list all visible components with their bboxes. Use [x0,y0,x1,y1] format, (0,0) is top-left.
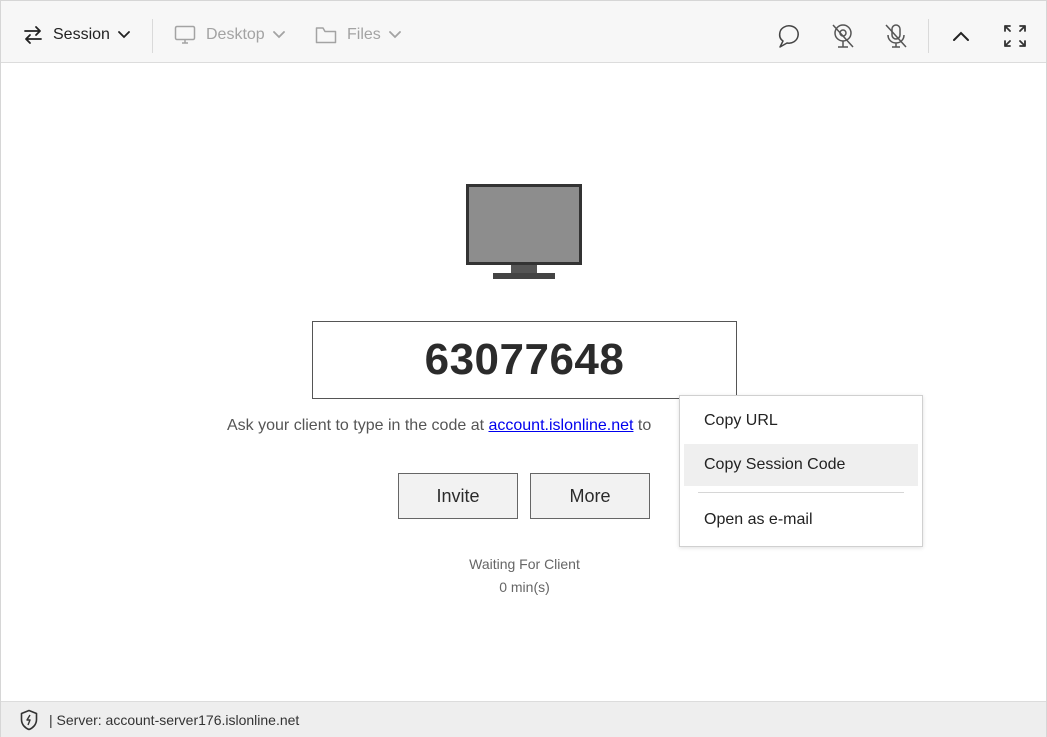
server-info: | Server: account-server176.islonline.ne… [49,711,300,728]
instruction-suffix: to [633,417,652,434]
session-menu-button[interactable]: Session [23,19,130,51]
desktop-label: Desktop [206,26,265,43]
swap-arrows-icon [23,25,43,45]
shield-icon [19,709,39,731]
more-context-menu: Copy URL Copy Session Code Open as e-mai… [679,395,923,547]
webcam-off-icon[interactable] [826,19,860,53]
session-code-display: 63077648 [312,321,737,399]
instruction-text: Ask your client to type in the code at a… [227,417,651,435]
more-button[interactable]: More [530,473,650,519]
fullscreen-icon[interactable] [998,19,1032,53]
folder-icon [315,26,337,45]
elapsed-time: 0 min(s) [499,579,550,595]
microphone-off-icon[interactable] [879,19,913,53]
monitor-icon [174,25,196,45]
status-bar: | Server: account-server176.islonline.ne… [1,701,1046,737]
chevron-down-icon [388,31,401,39]
instruction-prefix: Ask your client to type in the code at [227,417,489,434]
toolbar: Session Desktop Files [1,1,1046,63]
toolbar-divider [928,19,929,53]
toolbar-divider [152,19,153,53]
session-status: Waiting For Client [469,556,580,572]
desktop-menu-button[interactable]: Desktop [174,19,285,51]
files-label: Files [347,26,381,43]
app-window: Session Desktop Files 63077648 Ask your … [0,0,1047,737]
collapse-up-icon[interactable] [944,19,978,53]
files-menu-button[interactable]: Files [315,19,401,51]
account-link[interactable]: account.islonline.net [488,417,633,434]
monitor-illustration-icon [466,184,582,285]
menu-item-open-as-email[interactable]: Open as e-mail [684,499,918,541]
menu-divider [698,492,904,493]
menu-item-copy-url[interactable]: Copy URL [684,400,918,442]
chevron-down-icon [118,31,130,39]
invite-button[interactable]: Invite [398,473,518,519]
menu-item-copy-session-code[interactable]: Copy Session Code [684,444,918,486]
chat-icon[interactable] [772,19,806,53]
chevron-down-icon [272,31,285,39]
session-label: Session [53,26,110,43]
